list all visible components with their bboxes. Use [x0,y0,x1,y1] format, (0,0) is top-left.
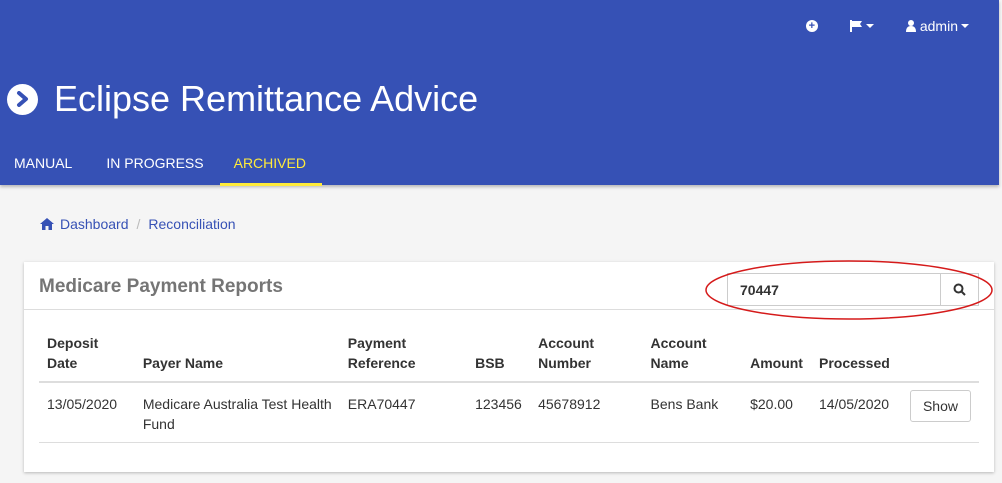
search-icon [953,283,966,296]
tab-archived[interactable]: ARCHIVED [219,148,323,186]
table-row: 13/05/2020 Medicare Australia Test Healt… [39,382,979,443]
user-name: admin [919,18,958,34]
col-payment-reference[interactable]: Payment Reference [339,333,468,383]
plus-circle-icon: + [805,20,818,32]
top-nav: + admin [774,18,969,34]
chevron-down-icon [961,24,969,28]
breadcrumb: Dashboard / Reconciliation [40,216,236,232]
tab-manual[interactable]: MANUAL [0,148,88,186]
panel-divider [24,309,994,310]
chevron-down-icon [865,24,874,28]
breadcrumb-dashboard[interactable]: Dashboard [60,216,129,232]
search-button[interactable] [940,274,978,305]
search-box [727,273,979,306]
medicare-payment-reports-panel: Medicare Payment Reports Deposit Date Pa… [24,262,994,472]
table-header-row: Deposit Date Payer Name Payment Referenc… [39,333,979,383]
col-actions [901,333,979,383]
show-button[interactable]: Show [909,390,971,422]
payment-reports-table: Deposit Date Payer Name Payment Referenc… [39,333,979,443]
panel-title: Medicare Payment Reports [39,276,283,297]
tab-in-progress[interactable]: IN PROGRESS [88,148,219,186]
cell-amount: $20.00 [742,382,811,443]
flag-menu[interactable] [849,20,874,32]
chevron-right-circle-icon [7,83,38,115]
breadcrumb-reconciliation[interactable]: Reconciliation [148,216,235,232]
home-icon [40,218,54,230]
tab-bar: MANUAL IN PROGRESS ARCHIVED [0,148,323,186]
user-icon [905,20,916,32]
col-payer-name[interactable]: Payer Name [134,333,340,383]
col-deposit-date[interactable]: Deposit Date [39,333,135,383]
col-account-number[interactable]: Account Number [530,333,643,383]
cell-payment-reference: ERA70447 [339,382,468,443]
search-input[interactable] [728,274,940,305]
col-amount[interactable]: Amount [742,333,811,383]
page-title: Eclipse Remittance Advice [54,78,479,119]
col-account-name[interactable]: Account Name [642,333,743,383]
user-menu[interactable]: admin [905,18,969,34]
header: + admin Eclipse Remittance Advice MANUAL… [0,0,999,186]
flag-icon [849,20,862,32]
cell-actions: Show [901,382,979,443]
col-processed[interactable]: Processed [810,333,902,383]
cell-deposit-date: 13/05/2020 [39,382,135,443]
cell-processed: 14/05/2020 [810,382,902,443]
col-bsb[interactable]: BSB [467,333,531,383]
cell-bsb: 123456 [467,382,531,443]
add-button[interactable]: + [805,20,818,32]
cell-account-number: 45678912 [530,382,643,443]
breadcrumb-separator: / [136,216,141,232]
cell-payer-name: Medicare Australia Test Health Fund [134,382,340,443]
cell-account-name: Bens Bank [642,382,743,443]
